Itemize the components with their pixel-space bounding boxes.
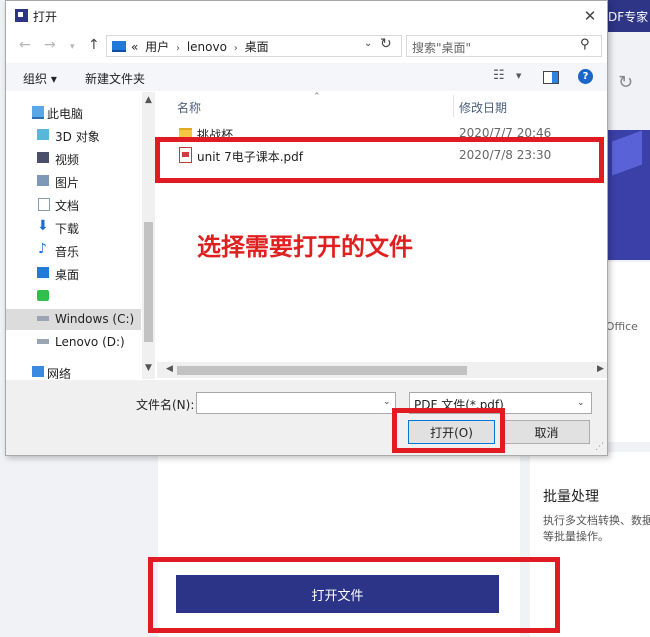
column-header-name[interactable]: 名称 xyxy=(177,99,201,116)
breadcrumb-item[interactable]: 桌面 xyxy=(245,40,269,54)
chevron-down-icon[interactable]: ▼ xyxy=(516,72,521,80)
nav-item-video[interactable]: 视频 xyxy=(6,148,141,169)
refresh-icon[interactable]: ↻ xyxy=(618,72,633,93)
video-icon xyxy=(37,152,49,163)
nav-item-label: 此电脑 xyxy=(47,107,84,121)
breadcrumb-item[interactable]: lenovo xyxy=(187,40,227,54)
cancel-button[interactable]: 取消 xyxy=(503,420,590,444)
nav-item-label: 桌面 xyxy=(55,268,80,282)
computer-icon xyxy=(32,106,44,119)
back-arrow-icon[interactable]: ← xyxy=(19,37,31,53)
dialog-title: 打开 xyxy=(33,10,58,24)
breadcrumb: « 用户 › lenovo › 桌面 xyxy=(131,38,272,55)
close-icon[interactable]: ✕ xyxy=(578,4,602,28)
3d-objects-icon xyxy=(37,129,49,140)
nav-item-downloads[interactable]: ⬇ 下载 xyxy=(6,217,141,238)
dialog-footer: 文件名(N): ⌄ PDF 文件(*.pdf) ⌄ 打开(O) 取消 ⋰ xyxy=(6,380,607,455)
view-options-icon[interactable]: ☷ xyxy=(493,68,505,83)
breadcrumb-item[interactable]: 用户 xyxy=(145,40,169,54)
navigation-pane: 此电脑 3D 对象 视频 图片 文档 ⬇ 下载 ♪ 音乐 桌面 Windows … xyxy=(6,92,155,379)
computer-icon xyxy=(112,41,126,52)
nav-item-lenovo-d[interactable]: Lenovo (D:) xyxy=(6,332,141,353)
chevron-up-icon[interactable]: ▲ xyxy=(145,95,152,105)
forward-arrow-icon[interactable]: → xyxy=(44,37,56,53)
drive-icon xyxy=(37,339,49,344)
preview-pane-icon[interactable] xyxy=(543,71,559,84)
refresh-icon[interactable]: ↻ xyxy=(380,36,392,52)
resize-grip-icon[interactable]: ⋰ xyxy=(595,442,604,452)
dialog-toolbar: 组织 ▾ 新建文件夹 ☷ ▼ ? xyxy=(6,63,607,91)
scrollbar-thumb[interactable] xyxy=(144,222,153,342)
app-brand-text: DF专家 xyxy=(608,10,649,24)
nav-item-label: 文档 xyxy=(55,199,80,213)
nav-item-documents[interactable]: 文档 xyxy=(6,194,141,215)
batch-card-title: 批量处理 xyxy=(543,489,599,505)
network-icon xyxy=(32,366,44,377)
vertical-scrollbar[interactable]: ▲ ▼ xyxy=(142,92,155,379)
nav-item-app[interactable] xyxy=(6,286,141,307)
nav-item-windows-c[interactable]: Windows (C:) xyxy=(6,309,141,330)
new-folder-button[interactable]: 新建文件夹 xyxy=(85,70,145,87)
sort-ascending-icon: ⌃ xyxy=(313,92,321,102)
app-logo-icon xyxy=(15,9,28,22)
organize-button[interactable]: 组织 ▾ xyxy=(23,70,57,87)
chevron-left-icon[interactable]: ◀ xyxy=(166,364,173,374)
nav-item-network[interactable]: 网络 xyxy=(6,362,141,379)
batch-card-desc: 执行多文档转换、数据 xyxy=(543,514,650,527)
chevron-right-icon[interactable]: › xyxy=(234,43,238,54)
open-file-dialog: 打开 ✕ ← → ▾ ↑ « 用户 › lenovo › 桌面 ⌄ ↻ 搜索"桌… xyxy=(5,0,608,456)
chevron-right-icon[interactable]: ▶ xyxy=(597,364,604,374)
column-divider[interactable] xyxy=(453,95,454,117)
filename-label: 文件名(N): xyxy=(136,398,195,412)
nav-item-desktop[interactable]: 桌面 xyxy=(6,263,141,284)
nav-item-3d-objects[interactable]: 3D 对象 xyxy=(6,125,141,146)
nav-item-music[interactable]: ♪ 音乐 xyxy=(6,240,141,261)
horizontal-scrollbar[interactable]: ◀ ▶ xyxy=(157,362,607,378)
column-header-date[interactable]: 修改日期 xyxy=(459,99,507,116)
pictures-icon xyxy=(37,175,49,186)
download-icon: ⬇ xyxy=(37,218,49,234)
nav-item-this-pc[interactable]: 此电脑 xyxy=(6,102,141,123)
chevron-down-icon[interactable]: ▼ xyxy=(145,363,152,373)
nav-item-label: 图片 xyxy=(55,176,80,190)
highlight-box-open-button xyxy=(392,408,505,453)
nav-item-label: 3D 对象 xyxy=(55,130,100,144)
address-bar[interactable]: « 用户 › lenovo › 桌面 ⌄ ↻ xyxy=(106,35,402,57)
nav-item-label: 网络 xyxy=(47,367,72,379)
nav-item-label: 视频 xyxy=(55,153,80,167)
dialog-titlebar[interactable]: 打开 ✕ xyxy=(6,1,607,31)
scrollbar-thumb[interactable] xyxy=(177,366,467,375)
desktop-icon xyxy=(37,267,49,278)
annotation-label: 选择需要打开的文件 xyxy=(197,233,413,261)
chevron-right-icon[interactable]: › xyxy=(176,43,180,54)
nav-item-label: 下载 xyxy=(55,222,80,236)
filename-input[interactable]: ⌄ xyxy=(196,392,396,414)
nav-item-label: Lenovo (D:) xyxy=(55,335,125,349)
highlight-box-file xyxy=(155,137,604,183)
batch-card-desc: 等批量操作。 xyxy=(543,530,609,543)
file-list-pane: 名称 ⌃ 修改日期 挑战杯 2020/7/7 20:46 unit 7电子课本.… xyxy=(157,92,607,379)
chevron-down-icon[interactable]: ⌄ xyxy=(364,38,372,49)
music-icon: ♪ xyxy=(38,241,47,257)
nav-item-label: Windows (C:) xyxy=(55,312,135,326)
documents-icon xyxy=(38,198,50,211)
search-input[interactable]: 搜索"桌面" ⚲ xyxy=(406,35,602,57)
help-icon[interactable]: ? xyxy=(578,69,593,84)
nav-item-label: 音乐 xyxy=(55,245,80,259)
breadcrumb-overflow[interactable]: « xyxy=(131,40,138,54)
chevron-down-icon[interactable]: ▾ xyxy=(70,42,75,52)
up-arrow-icon[interactable]: ↑ xyxy=(88,37,100,53)
search-icon[interactable]: ⚲ xyxy=(580,37,590,52)
app-green-icon xyxy=(37,290,49,301)
nav-item-pictures[interactable]: 图片 xyxy=(6,171,141,192)
search-placeholder: 搜索"桌面" xyxy=(412,41,472,55)
drive-icon xyxy=(37,316,49,321)
chevron-down-icon[interactable]: ⌄ xyxy=(383,397,391,407)
chevron-down-icon[interactable]: ⌄ xyxy=(577,398,585,408)
highlight-box-open-file-button xyxy=(148,557,560,633)
